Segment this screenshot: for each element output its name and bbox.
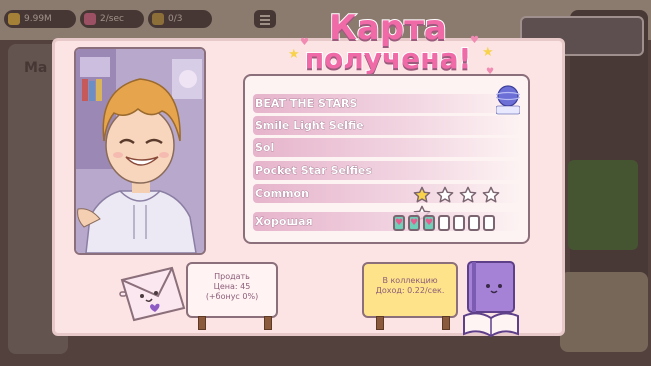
sell-board-leg xyxy=(264,316,272,330)
sell-board-leg xyxy=(198,316,206,330)
title-line-1: Карта xyxy=(328,8,448,48)
condition-heart-empty-icon xyxy=(483,214,495,231)
idol-portrait xyxy=(76,49,204,253)
collection-board-leg xyxy=(376,316,384,330)
card-image xyxy=(74,47,206,255)
condition-heart-empty-icon xyxy=(468,214,480,231)
rarity-label: Common xyxy=(255,187,310,201)
collection-label: В коллекцию xyxy=(382,276,438,285)
condition-label: Хорошая xyxy=(255,215,313,229)
info-row-set: Pocket Star Selfies xyxy=(253,161,520,180)
sell-price: Цена: 45 xyxy=(213,282,251,291)
add-to-collection-button[interactable]: В коллекцию Доход: 0.22/сек. xyxy=(362,262,458,318)
sell-label: Продать xyxy=(214,272,250,281)
info-row-card-name: Smile Light Selfie xyxy=(253,116,520,135)
condition-heart-empty-icon xyxy=(453,214,465,231)
star-decoration-icon: ★ xyxy=(482,45,494,60)
dialog-title: Карта получена! xyxy=(304,8,473,75)
star-empty-icon xyxy=(436,186,454,202)
star-empty-icon xyxy=(482,186,500,202)
member-name: Sol xyxy=(255,141,275,155)
info-row-rarity: Common xyxy=(253,184,520,222)
condition-heart-filled-icon xyxy=(408,214,420,231)
info-row-member: Sol xyxy=(253,138,520,157)
sell-button[interactable]: Продать Цена: 45 (+бонус 0%) xyxy=(186,262,278,318)
info-row-group: BEAT THE STARS xyxy=(253,94,520,113)
title-line-2: получена! xyxy=(304,42,473,75)
collection-income: Доход: 0.22/сек. xyxy=(375,286,445,295)
group-name: BEAT THE STARS xyxy=(255,97,358,111)
heart-decoration-icon: ♥ xyxy=(470,35,479,46)
album-book-mascot-icon[interactable] xyxy=(460,258,522,338)
info-row-condition: Хорошая xyxy=(253,212,520,231)
set-name: Pocket Star Selfies xyxy=(255,164,372,178)
sell-bonus: (+бонус 0%) xyxy=(205,292,259,301)
condition-heart-filled-icon xyxy=(393,214,405,231)
star-empty-icon xyxy=(459,186,477,202)
condition-heart-empty-icon xyxy=(438,214,450,231)
envelope-mascot-icon[interactable] xyxy=(118,262,188,324)
card-name: Smile Light Selfie xyxy=(255,119,364,133)
star-decoration-icon: ★ xyxy=(288,47,300,62)
group-logo-badge xyxy=(496,85,520,115)
condition-heart-filled-icon xyxy=(423,214,435,231)
heart-decoration-icon: ♥ xyxy=(300,37,309,48)
rarity-stars xyxy=(413,184,520,222)
card-info-panel: BEAT THE STARS Smile Light Selfie Sol Po… xyxy=(243,74,530,244)
condition-hearts xyxy=(393,212,498,231)
star-filled-icon xyxy=(413,186,431,202)
collection-board-leg xyxy=(442,316,450,330)
